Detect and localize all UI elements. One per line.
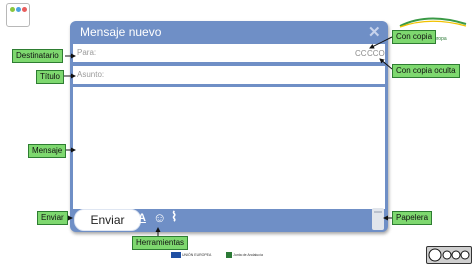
footer-logos: UNIÓN EUROPEA Junta de Andalucía bbox=[171, 252, 263, 258]
eu-flag-icon bbox=[171, 252, 181, 258]
creative-commons-badge bbox=[426, 246, 472, 264]
label-papelera: Papelera bbox=[392, 211, 433, 225]
label-enviar: Enviar bbox=[37, 211, 68, 225]
junta-logo-icon bbox=[226, 252, 233, 258]
label-titulo: Título bbox=[36, 70, 65, 84]
label-destinatario: Destinatario bbox=[12, 49, 63, 63]
label-herramientas: Herramientas bbox=[132, 236, 189, 250]
footer-eu-text: UNIÓN EUROPEA bbox=[181, 252, 212, 257]
cc-license-icon bbox=[428, 248, 470, 262]
label-con-copia: Con copia bbox=[392, 30, 437, 44]
label-con-copia-oculta: Con copia oculta bbox=[392, 64, 460, 78]
footer-junta-text: Junta de Andalucía bbox=[233, 252, 263, 257]
label-mensaje: Mensaje bbox=[28, 144, 67, 158]
